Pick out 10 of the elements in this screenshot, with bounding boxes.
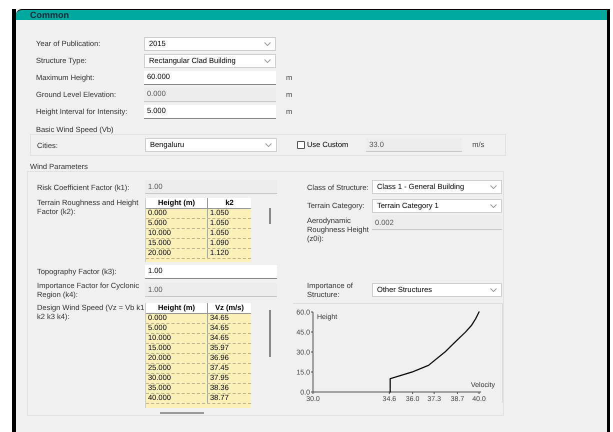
chevron-icon: [490, 204, 497, 208]
chevron-icon: [264, 42, 271, 46]
chevron-icon: [490, 288, 497, 292]
scrollbar-thumb[interactable]: [269, 208, 271, 224]
chevron-icon: [265, 143, 272, 147]
chevron-icon: [264, 58, 271, 62]
chevron-icon: [490, 185, 497, 189]
section-header: Common: [16, 9, 607, 20]
scrollbar-thumb[interactable]: [269, 310, 271, 357]
scrollbar-thumb[interactable]: [160, 412, 204, 414]
